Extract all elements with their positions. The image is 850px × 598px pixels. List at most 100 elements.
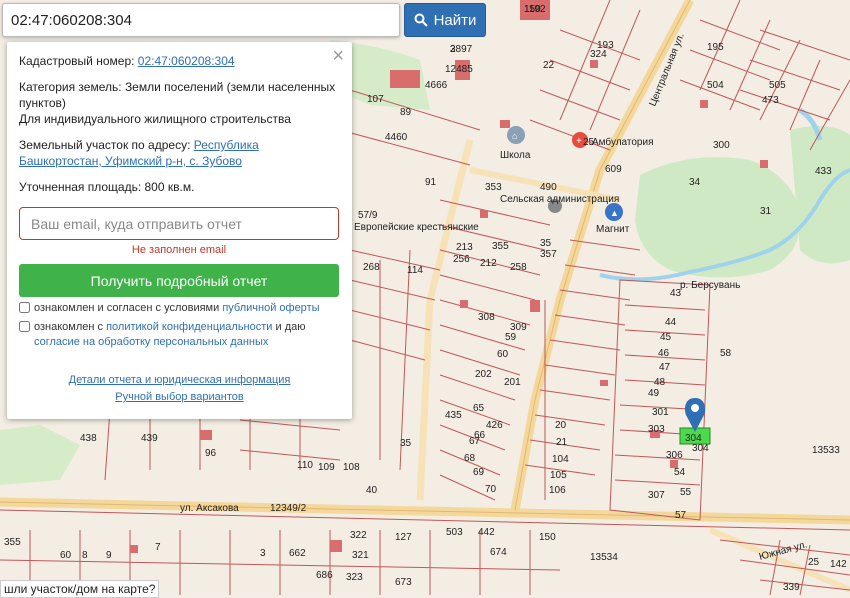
search-input[interactable] (3, 4, 399, 36)
plot-number: 142 (830, 559, 847, 570)
plot-number: 308 (478, 312, 495, 323)
plot-number: 114 (407, 265, 423, 276)
plot-number: 57/9 (358, 210, 378, 221)
address-row: Земельный участок по адресу: Республика … (19, 137, 340, 169)
school-icon: ⌂ (507, 126, 525, 144)
poi-label: Магнит (596, 224, 630, 235)
plot-number: 45 (660, 332, 672, 343)
plot-number: 25 (583, 137, 595, 148)
plot-number: 438 (80, 433, 97, 444)
plot-number: 662 (289, 548, 306, 559)
area-label: Уточненная площадь: (19, 180, 142, 194)
plot-number: 68 (464, 453, 476, 464)
plot-number: 300 (713, 140, 730, 151)
area-value: 800 кв.м. (144, 180, 195, 194)
manual-select-link[interactable]: Ручной выбор вариантов (115, 391, 243, 403)
consent-privacy-checkbox[interactable] (19, 321, 30, 332)
consent-privacy-text: ознакомлен с (34, 321, 104, 333)
plot-number: 256 (453, 254, 470, 265)
plot-number: 69 (473, 467, 485, 478)
plot-number: 490 (540, 182, 557, 193)
plot-number: 268 (363, 262, 380, 273)
cadastral-row: Кадастровый номер: 02:47:060208:304 (19, 53, 340, 69)
get-report-button[interactable]: Получить подробный отчет (19, 264, 339, 297)
plot-number: 43 (670, 288, 682, 299)
plot-number: 301 (652, 407, 669, 418)
consent-offer-checkbox[interactable] (19, 302, 30, 313)
plot-number: 65 (473, 403, 485, 414)
category-row: Категория земель: Земли поселений (земли… (19, 79, 340, 127)
plot-number: 435 (445, 410, 462, 421)
plot-number: 35 (400, 438, 412, 449)
svg-text:+: + (576, 136, 582, 147)
plot-number: 258 (510, 262, 527, 273)
plot-number: 104 (552, 454, 569, 465)
svg-text:▲: ▲ (610, 208, 619, 218)
plot-number: 9 (106, 550, 112, 561)
plot-number: 355 (492, 241, 509, 252)
plot-number: 433 (815, 166, 832, 177)
address-label: Земельный участок по адресу: (19, 138, 191, 152)
bottom-links: Детали отчета и юридическая информация Р… (19, 372, 340, 405)
plot-number: 357 (540, 249, 557, 260)
plot-number: 47 (659, 362, 671, 373)
plot-number: 20 (555, 420, 567, 431)
details-link[interactable]: Детали отчета и юридическая информация (69, 374, 291, 386)
search-box (2, 3, 400, 37)
plot-number: 439 (141, 433, 158, 444)
cadastral-link[interactable]: 02:47:060208:304 (138, 54, 235, 68)
poi-label: Европейские крестьянские (354, 222, 479, 233)
search-icon (414, 13, 428, 27)
plot-number: 306 (666, 450, 683, 461)
plot-number: 106 (549, 485, 566, 496)
river-label: р. Берсувань (680, 280, 740, 291)
plot-number: 21 (556, 437, 568, 448)
plot-number: 60 (497, 349, 509, 360)
plot-number: 91 (425, 177, 437, 188)
plot-number: 108 (343, 462, 360, 473)
plot-number: 303 (648, 424, 665, 435)
found-plot-question: шли участок/дом на карте? (0, 580, 160, 598)
personal-data-link[interactable]: согласие на обработку персональных данны… (34, 336, 268, 348)
code-label: 13533 (812, 445, 840, 456)
plot-number: 40 (366, 485, 378, 496)
plot-number: 3 (450, 44, 456, 55)
plot-number: 31 (760, 206, 772, 217)
plot-number: 307 (648, 490, 665, 501)
close-icon[interactable]: × (332, 46, 344, 66)
plot-number: 70 (485, 484, 497, 495)
search-button[interactable]: Найти (404, 3, 486, 37)
plot-number: 34 (689, 177, 701, 188)
plot-number: 442 (478, 527, 495, 538)
plot-number: 7 (155, 542, 161, 553)
plot-number: 201 (504, 377, 521, 388)
plot-number: 59 (505, 332, 517, 343)
plot-number: 96 (205, 448, 217, 459)
plot-number: 109 (318, 462, 335, 473)
privacy-link[interactable]: политикой конфиденциальности (106, 321, 272, 333)
plot-number: 58 (720, 348, 732, 359)
plot-number: 46 (658, 348, 670, 359)
code-label: 13534 (590, 552, 618, 563)
use-value: Для индивидуального жилищного строительс… (19, 112, 291, 126)
plot-number: 673 (395, 577, 412, 588)
consent-offer[interactable]: ознакомлен и согласен с условиями публич… (19, 301, 340, 316)
plot-number: 339 (783, 582, 800, 593)
plot-number: 202 (475, 369, 492, 380)
plot-number: 304 (692, 443, 709, 454)
plot-number: 321 (352, 550, 369, 561)
plot-number: 105 (550, 470, 567, 481)
email-field[interactable] (19, 207, 339, 240)
plot-info-panel: × Кадастровый номер: 02:47:060208:304 Ка… (7, 42, 352, 419)
plot-number: 426 (486, 420, 503, 431)
cadastral-label: Кадастровый номер: (19, 54, 135, 68)
plot-number: 55 (680, 487, 692, 498)
plot-number: 35 (540, 238, 552, 249)
plot-number: 213 (456, 242, 473, 253)
offer-link[interactable]: публичной оферты (222, 302, 319, 314)
consent-privacy[interactable]: ознакомлен с политикой конфиденциальност… (19, 320, 340, 350)
poi-label: Амбулатория (592, 136, 654, 148)
poi-label: Школа (500, 150, 531, 161)
plot-number: 322 (350, 530, 367, 541)
plot-number: 48 (654, 377, 666, 388)
